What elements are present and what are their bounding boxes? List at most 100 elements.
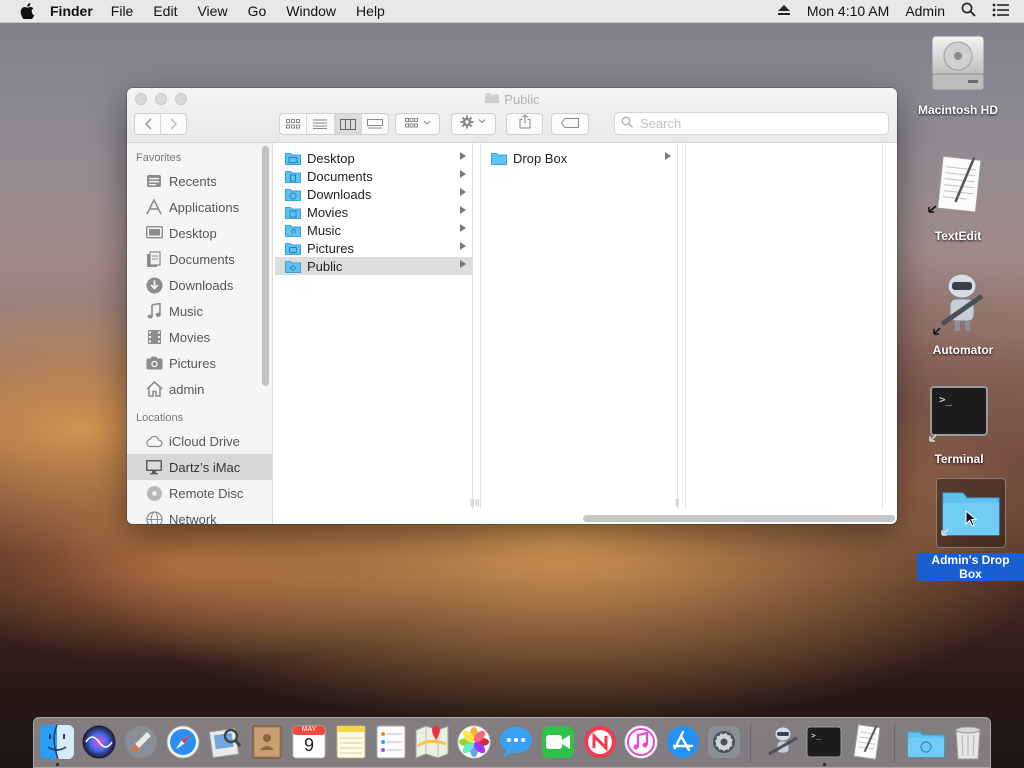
share-button[interactable] <box>506 113 543 135</box>
dock-separator <box>894 724 895 762</box>
sidebar-item-icloud-drive[interactable]: iCloud Drive <box>127 428 272 454</box>
dock-calendar[interactable]: MAY 9 <box>291 724 327 760</box>
folder-row-drop-box[interactable]: Drop Box <box>481 149 677 167</box>
dock-notes[interactable] <box>333 724 369 760</box>
menu-view[interactable]: View <box>197 3 227 19</box>
folder-icon <box>285 242 301 255</box>
edit-tags-button[interactable] <box>551 113 589 135</box>
dock-textedit[interactable] <box>849 724 885 760</box>
disclosure-arrow-icon <box>460 188 466 196</box>
itunes-icon <box>623 725 659 764</box>
sidebar-item-admin[interactable]: admin <box>127 376 272 402</box>
sidebar-item-downloads[interactable]: Downloads <box>127 272 272 298</box>
group-by-button[interactable] <box>395 113 440 135</box>
dock-app-store[interactable] <box>665 724 701 760</box>
sidebar-item-pictures[interactable]: Pictures <box>127 350 272 376</box>
sidebar-item-applications[interactable]: Applications <box>127 194 272 220</box>
sidebar-item-imac[interactable]: Dartz’s iMac <box>127 454 272 480</box>
menu-file[interactable]: File <box>111 3 134 19</box>
folder-icon <box>491 152 507 165</box>
sidebar-item-remote-disc[interactable]: Remote Disc <box>127 480 272 506</box>
dock-news[interactable] <box>582 724 618 760</box>
back-button[interactable] <box>135 114 162 134</box>
sidebar-item-label: Dartz’s iMac <box>169 459 241 475</box>
column-resize-handle[interactable]: || <box>475 499 481 507</box>
window-titlebar[interactable]: Public <box>127 88 897 143</box>
spotlight-icon[interactable] <box>961 2 976 20</box>
forward-button[interactable] <box>161 114 186 134</box>
trash-icon <box>951 726 985 764</box>
sidebar-item-network[interactable]: Network <box>127 506 272 524</box>
notification-center-icon[interactable] <box>992 3 1010 20</box>
dock-downloads-folder[interactable] <box>907 724 945 760</box>
sidebar-item-documents[interactable]: Documents <box>127 246 272 272</box>
app-menu-finder[interactable]: Finder <box>50 3 93 19</box>
disc-icon <box>145 484 163 502</box>
dock-finder[interactable] <box>39 724 75 760</box>
finder-icon <box>39 724 75 764</box>
gear-icon <box>460 115 488 134</box>
dock-system-preferences[interactable] <box>706 724 742 760</box>
folder-row-downloads[interactable]: Downloads <box>275 185 472 203</box>
menu-help[interactable]: Help <box>356 3 385 19</box>
desktop-icon-textedit[interactable]: TextEdit <box>908 152 1008 245</box>
list-view-button[interactable] <box>307 114 335 134</box>
column-resize-handle[interactable]: || <box>675 499 681 507</box>
menubar-clock[interactable]: Mon 4:10 AM <box>807 3 890 19</box>
dock-trash[interactable] <box>951 724 987 760</box>
menu-go[interactable]: Go <box>248 3 267 19</box>
sidebar-item-movies[interactable]: Movies <box>127 324 272 350</box>
dock-automator[interactable] <box>765 724 801 760</box>
dock-reminders[interactable] <box>373 724 409 760</box>
dock-terminal[interactable]: >_ <box>806 724 842 760</box>
sidebar-item-recents[interactable]: Recents <box>127 168 272 194</box>
dock-preview[interactable] <box>207 724 243 760</box>
gallery-view-button[interactable] <box>362 114 388 134</box>
folder-icon <box>285 152 301 165</box>
folder-row-public[interactable]: Public <box>275 257 472 275</box>
menu-window[interactable]: Window <box>286 3 336 19</box>
folder-row-desktop[interactable]: Desktop <box>275 149 472 167</box>
dock-launchpad[interactable] <box>123 724 159 760</box>
sidebar-item-label: Recents <box>169 173 217 189</box>
folder-row-music[interactable]: Music <box>275 221 472 239</box>
pictures-icon <box>145 354 163 372</box>
sidebar-item-desktop[interactable]: Desktop <box>127 220 272 246</box>
desktop-icon-terminal[interactable]: >_ Terminal <box>909 385 1009 468</box>
action-menu-button[interactable] <box>451 113 496 135</box>
eject-icon[interactable] <box>777 3 791 19</box>
svg-text:>_: >_ <box>811 731 821 740</box>
sidebar-item-label: Applications <box>169 199 240 215</box>
folder-name: Desktop <box>307 150 355 166</box>
desktop-icon-macintosh-hd[interactable]: Macintosh HD <box>908 30 1008 119</box>
app-store-icon <box>665 726 701 764</box>
dock-contacts[interactable] <box>249 724 285 760</box>
browser-column-2: Drop Box || || <box>475 143 681 509</box>
dock-itunes[interactable] <box>623 724 659 760</box>
sidebar-scrollbar[interactable] <box>262 146 269 386</box>
folder-row-pictures[interactable]: Pictures <box>275 239 472 257</box>
apple-menu-icon[interactable] <box>20 3 36 19</box>
dock-facetime[interactable] <box>540 724 576 760</box>
desktop-icon-label: Automator <box>932 343 994 357</box>
sidebar-item-label: admin <box>169 381 205 397</box>
search-field[interactable] <box>614 112 889 135</box>
horizontal-scrollbar[interactable] <box>583 515 895 522</box>
dock-siri[interactable] <box>81 724 117 760</box>
menu-edit[interactable]: Edit <box>153 3 177 19</box>
column-view-button[interactable] <box>334 114 362 134</box>
menu-bar: Finder File Edit View Go Window Help Mon… <box>0 0 1024 23</box>
folder-icon <box>285 224 301 237</box>
search-input[interactable] <box>638 115 882 132</box>
icon-view-button[interactable] <box>280 114 308 134</box>
dock-maps[interactable] <box>414 724 450 760</box>
desktop-icon-automator[interactable]: Automator <box>913 266 1013 359</box>
dock-messages[interactable] <box>498 724 534 760</box>
desktop-icon-admins-drop-box[interactable]: Admin's Drop Box <box>917 478 1024 583</box>
folder-row-movies[interactable]: Movies <box>275 203 472 221</box>
sidebar-item-music[interactable]: Music <box>127 298 272 324</box>
folder-row-documents[interactable]: Documents <box>275 167 472 185</box>
menubar-user[interactable]: Admin <box>905 3 945 19</box>
dock-photos[interactable] <box>456 724 492 760</box>
dock-safari[interactable] <box>165 724 201 760</box>
